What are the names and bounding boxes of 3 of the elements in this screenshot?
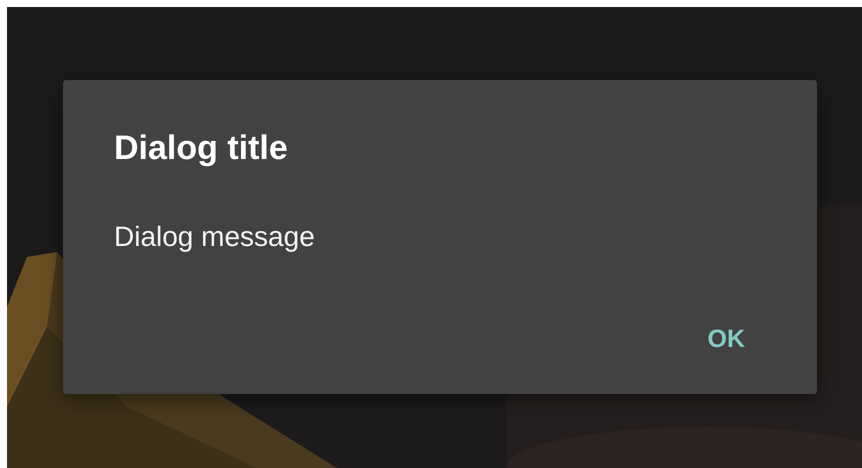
dialog-message: Dialog message	[114, 220, 316, 254]
ok-button[interactable]: OK	[708, 324, 745, 354]
dialog-title: Dialog title	[114, 128, 289, 168]
